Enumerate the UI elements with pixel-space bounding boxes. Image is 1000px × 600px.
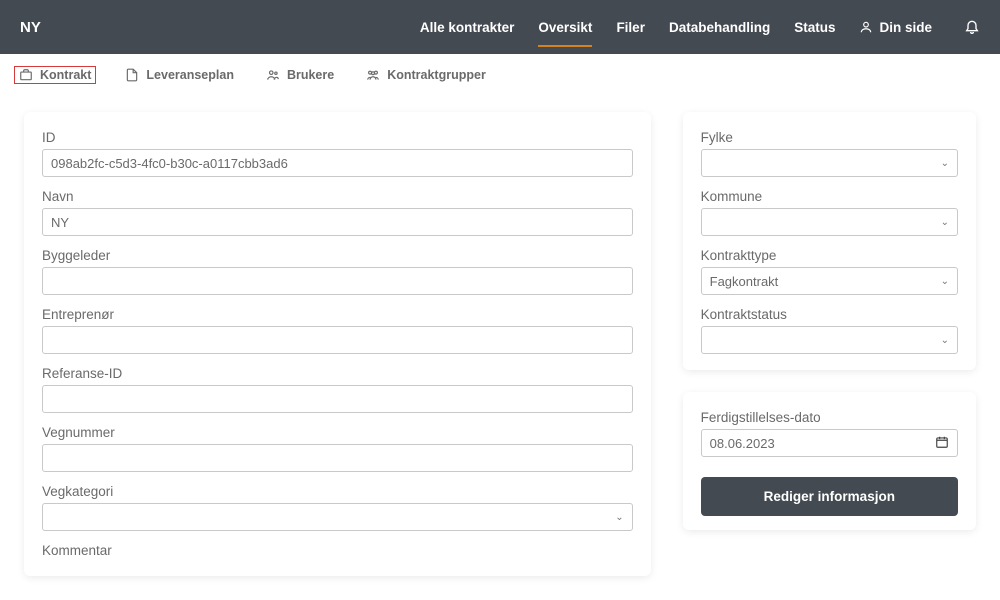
- entreprenor-input[interactable]: [42, 326, 633, 354]
- tab-kontrakt[interactable]: Kontrakt: [14, 66, 96, 84]
- topbar-nav: Alle kontrakter Oversikt Filer Databehan…: [420, 16, 980, 39]
- topbar: NY Alle kontrakter Oversikt Filer Databe…: [0, 0, 1000, 54]
- kommentar-label: Kommentar: [42, 543, 633, 558]
- referanse-label: Referanse-ID: [42, 366, 633, 381]
- kontraktstatus-select[interactable]: ⌄: [701, 326, 958, 354]
- chevron-down-icon: ⌄: [941, 276, 949, 287]
- tab-kontraktgrupper-label: Kontraktgrupper: [387, 68, 486, 82]
- entreprenor-label: Entreprenør: [42, 307, 633, 322]
- tab-kontraktgrupper[interactable]: Kontraktgrupper: [363, 66, 489, 84]
- id-input[interactable]: [42, 149, 633, 177]
- nav-alle-kontrakter[interactable]: Alle kontrakter: [420, 16, 515, 39]
- content: ID Navn Byggeleder Entreprenør Referanse…: [0, 96, 1000, 600]
- navn-label: Navn: [42, 189, 633, 204]
- file-icon: [125, 68, 139, 82]
- din-side-label: Din side: [879, 20, 932, 35]
- kommune-label: Kommune: [701, 189, 958, 204]
- vegkategori-select[interactable]: ⌄: [42, 503, 633, 531]
- group-icon: [366, 68, 380, 82]
- vegkategori-label: Vegkategori: [42, 484, 633, 499]
- briefcase-icon: [19, 68, 33, 82]
- tab-brukere-label: Brukere: [287, 68, 334, 82]
- fylke-select[interactable]: ⌄: [701, 149, 958, 177]
- kontraktstatus-label: Kontraktstatus: [701, 307, 958, 322]
- ferdig-label: Ferdigstillelses-dato: [701, 410, 958, 425]
- id-label: ID: [42, 130, 633, 145]
- kommune-select[interactable]: ⌄: [701, 208, 958, 236]
- panel-dates: Ferdigstillelses-dato 08.06.2023 Rediger…: [683, 392, 976, 530]
- right-column: Fylke ⌄ Kommune ⌄ Kontrakttype Fagkontra…: [683, 112, 976, 576]
- chevron-down-icon: ⌄: [941, 335, 949, 346]
- byggeleder-input[interactable]: [42, 267, 633, 295]
- nav-filer[interactable]: Filer: [616, 16, 645, 39]
- navn-input[interactable]: [42, 208, 633, 236]
- nav-oversikt[interactable]: Oversikt: [538, 16, 592, 39]
- vegnummer-label: Vegnummer: [42, 425, 633, 440]
- kontrakttype-label: Kontrakttype: [701, 248, 958, 263]
- ferdig-value: 08.06.2023: [710, 436, 775, 451]
- chevron-down-icon: ⌄: [941, 158, 949, 169]
- chevron-down-icon: ⌄: [615, 512, 623, 523]
- rediger-informasjon-button[interactable]: Rediger informasjon: [701, 477, 958, 516]
- user-icon: [859, 20, 873, 34]
- kontrakttype-select[interactable]: Fagkontrakt ⌄: [701, 267, 958, 295]
- vegnummer-input[interactable]: [42, 444, 633, 472]
- subtabs: Kontrakt Leveranseplan Brukere Kontraktg…: [0, 54, 1000, 96]
- calendar-icon: [935, 435, 949, 452]
- tab-brukere[interactable]: Brukere: [263, 66, 337, 84]
- byggeleder-label: Byggeleder: [42, 248, 633, 263]
- tab-leveranseplan[interactable]: Leveranseplan: [122, 66, 237, 84]
- tab-leveranseplan-label: Leveranseplan: [146, 68, 234, 82]
- referanse-input[interactable]: [42, 385, 633, 413]
- chevron-down-icon: ⌄: [941, 217, 949, 228]
- panel-classification: Fylke ⌄ Kommune ⌄ Kontrakttype Fagkontra…: [683, 112, 976, 370]
- tab-kontrakt-label: Kontrakt: [40, 68, 91, 82]
- users-icon: [266, 68, 280, 82]
- panel-main-form: ID Navn Byggeleder Entreprenør Referanse…: [24, 112, 651, 576]
- fylke-label: Fylke: [701, 130, 958, 145]
- notifications-icon[interactable]: [964, 18, 980, 37]
- nav-databehandling[interactable]: Databehandling: [669, 16, 770, 39]
- nav-status[interactable]: Status: [794, 16, 835, 39]
- nav-din-side[interactable]: Din side: [859, 20, 932, 35]
- ferdig-date-input[interactable]: 08.06.2023: [701, 429, 958, 457]
- page-title: NY: [20, 19, 41, 36]
- kontrakttype-value: Fagkontrakt: [710, 274, 779, 289]
